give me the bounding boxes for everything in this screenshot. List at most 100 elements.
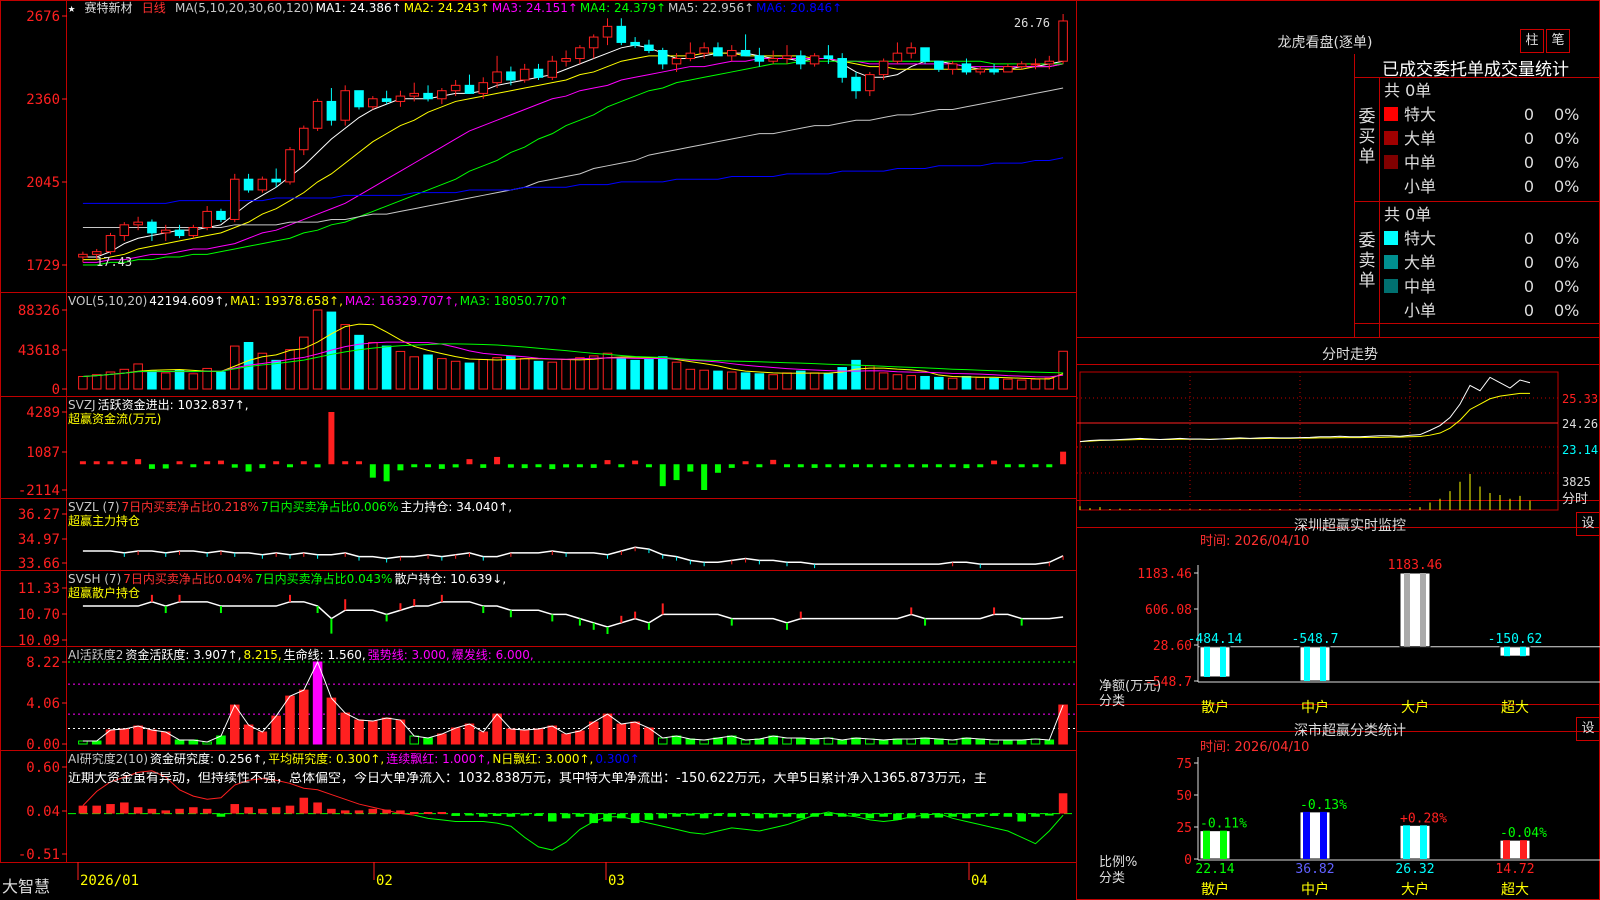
order-percent: 0% bbox=[1554, 129, 1580, 148]
candle-body bbox=[657, 49, 668, 65]
volume-bar bbox=[423, 354, 433, 390]
candle-body bbox=[713, 47, 723, 57]
candle bbox=[782, 45, 792, 64]
ai2-bar bbox=[879, 813, 888, 817]
volume-bar bbox=[354, 334, 364, 390]
legend-item: VOL(5,10,20) bbox=[68, 294, 148, 308]
svzj-bar bbox=[977, 464, 984, 468]
legend-item: MA2: 24.243↑ bbox=[403, 1, 490, 15]
bar-shade bbox=[1303, 811, 1310, 859]
svzj-bar bbox=[618, 464, 625, 468]
candle bbox=[934, 60, 944, 72]
candle-body bbox=[395, 95, 406, 102]
legend-item: 7日内买卖净占比0.043% bbox=[255, 572, 393, 586]
candle-body bbox=[671, 58, 682, 65]
ai1-bar bbox=[1030, 738, 1041, 745]
order-type-label: 特大 bbox=[1404, 229, 1437, 248]
ai1-bar bbox=[630, 721, 640, 745]
candle bbox=[519, 63, 530, 83]
svzj-bar bbox=[770, 459, 777, 465]
color-swatch bbox=[1384, 231, 1398, 245]
svzj-bar bbox=[300, 461, 307, 465]
legend-item: 主力持仓: 34.040↑, bbox=[400, 500, 513, 514]
legend-item: 爆发线: 6.000, bbox=[451, 648, 534, 662]
order-percent: 0% bbox=[1554, 105, 1580, 124]
ai1-bar bbox=[975, 738, 986, 745]
candle-body bbox=[837, 58, 847, 78]
svzj-bar bbox=[535, 464, 542, 468]
candle bbox=[1016, 61, 1027, 70]
sz-classify-bar bbox=[1199, 830, 1231, 860]
order-percent: 0% bbox=[1554, 229, 1580, 248]
candle-body bbox=[989, 68, 999, 73]
star-icon[interactable]: ★ bbox=[68, 1, 75, 15]
sz-classify-axis-label: 50 bbox=[1176, 789, 1192, 804]
candle bbox=[920, 47, 930, 64]
candle-body bbox=[243, 178, 254, 191]
bar-shade bbox=[1404, 573, 1410, 647]
candle bbox=[354, 90, 364, 110]
candle-body bbox=[160, 229, 171, 234]
svzj-bar bbox=[342, 461, 349, 465]
volume-bar bbox=[671, 361, 682, 390]
sz-classify-settings-button[interactable]: 设 bbox=[1576, 717, 1600, 741]
svzl-subtitle: 超赢主力持仓 bbox=[68, 514, 141, 528]
ai2-bar bbox=[216, 813, 226, 817]
candle bbox=[285, 147, 295, 185]
ai1-bar bbox=[920, 737, 930, 745]
bar-shade bbox=[1220, 646, 1226, 677]
pen-mode-button[interactable]: 笔 bbox=[1546, 29, 1570, 53]
ai2-bar bbox=[658, 813, 668, 819]
candle bbox=[602, 18, 613, 46]
candle bbox=[1044, 55, 1055, 70]
candle-body bbox=[437, 90, 447, 100]
ai2-bar bbox=[161, 810, 171, 814]
ai2-bar bbox=[534, 813, 543, 816]
svzj-bar bbox=[383, 464, 390, 482]
ai1-bar bbox=[147, 729, 157, 745]
sz-monitor-axis-label: 28.60 bbox=[1153, 639, 1192, 654]
svsh-axis-label: 11.33 bbox=[18, 581, 60, 597]
sz-classify-change-label: -0.04% bbox=[1500, 826, 1547, 841]
candle bbox=[464, 74, 475, 94]
ai1-bar bbox=[934, 738, 944, 745]
order-count: 0 bbox=[1523, 129, 1534, 148]
volume-bar bbox=[478, 358, 489, 390]
bar-mode-button[interactable]: 柱 bbox=[1520, 29, 1544, 53]
candle-body bbox=[699, 47, 709, 54]
ai1-bar bbox=[519, 729, 530, 745]
volume-bar bbox=[630, 359, 640, 390]
svsh-legend: SVSH (7) 7日内买卖净占比0.04% 7日内买卖净占比0.043% 散户持仓:… bbox=[68, 572, 508, 586]
candle-body bbox=[1003, 66, 1013, 73]
order-percent: 0% bbox=[1554, 253, 1580, 272]
volume-bar bbox=[533, 360, 544, 390]
volume-bar bbox=[575, 357, 585, 390]
ai1-bar bbox=[616, 723, 627, 745]
ai2-bar bbox=[672, 813, 681, 817]
ai1-bar bbox=[878, 739, 889, 745]
candle bbox=[299, 125, 309, 156]
candle-body bbox=[519, 68, 530, 81]
ai2-bar bbox=[465, 813, 474, 816]
ai2-bar bbox=[975, 813, 985, 817]
legend-item: 散户持仓: 10.639↓, bbox=[394, 572, 507, 586]
sz-monitor-settings-button[interactable]: 设 bbox=[1576, 512, 1600, 536]
sz-monitor-ylabel: 净额(万元) bbox=[1099, 679, 1162, 694]
ai2-bar bbox=[175, 808, 184, 814]
ai1-bar bbox=[809, 738, 820, 745]
ma-line-ma3 bbox=[82, 58, 1064, 263]
volume-bar bbox=[285, 349, 295, 390]
ai1-bar bbox=[837, 739, 847, 745]
candle bbox=[174, 224, 185, 239]
volume-bar bbox=[464, 362, 475, 390]
minute-trend-title[interactable]: 分时走势 bbox=[1100, 344, 1600, 364]
candle-body bbox=[961, 63, 972, 73]
candle-body bbox=[630, 41, 640, 46]
ai1-bar bbox=[1044, 739, 1055, 745]
ai2-comment: 近期大资金虽有异动，但持续性不强，总体偏空，今日大单净流入：1032.838万元… bbox=[68, 772, 987, 786]
ai1-bar bbox=[119, 728, 130, 745]
order-row: 特大 0 0% bbox=[1384, 227, 1594, 251]
ai1-bar bbox=[671, 735, 682, 745]
period-label[interactable]: 日线 bbox=[142, 1, 166, 15]
ai1-bar bbox=[368, 720, 378, 745]
